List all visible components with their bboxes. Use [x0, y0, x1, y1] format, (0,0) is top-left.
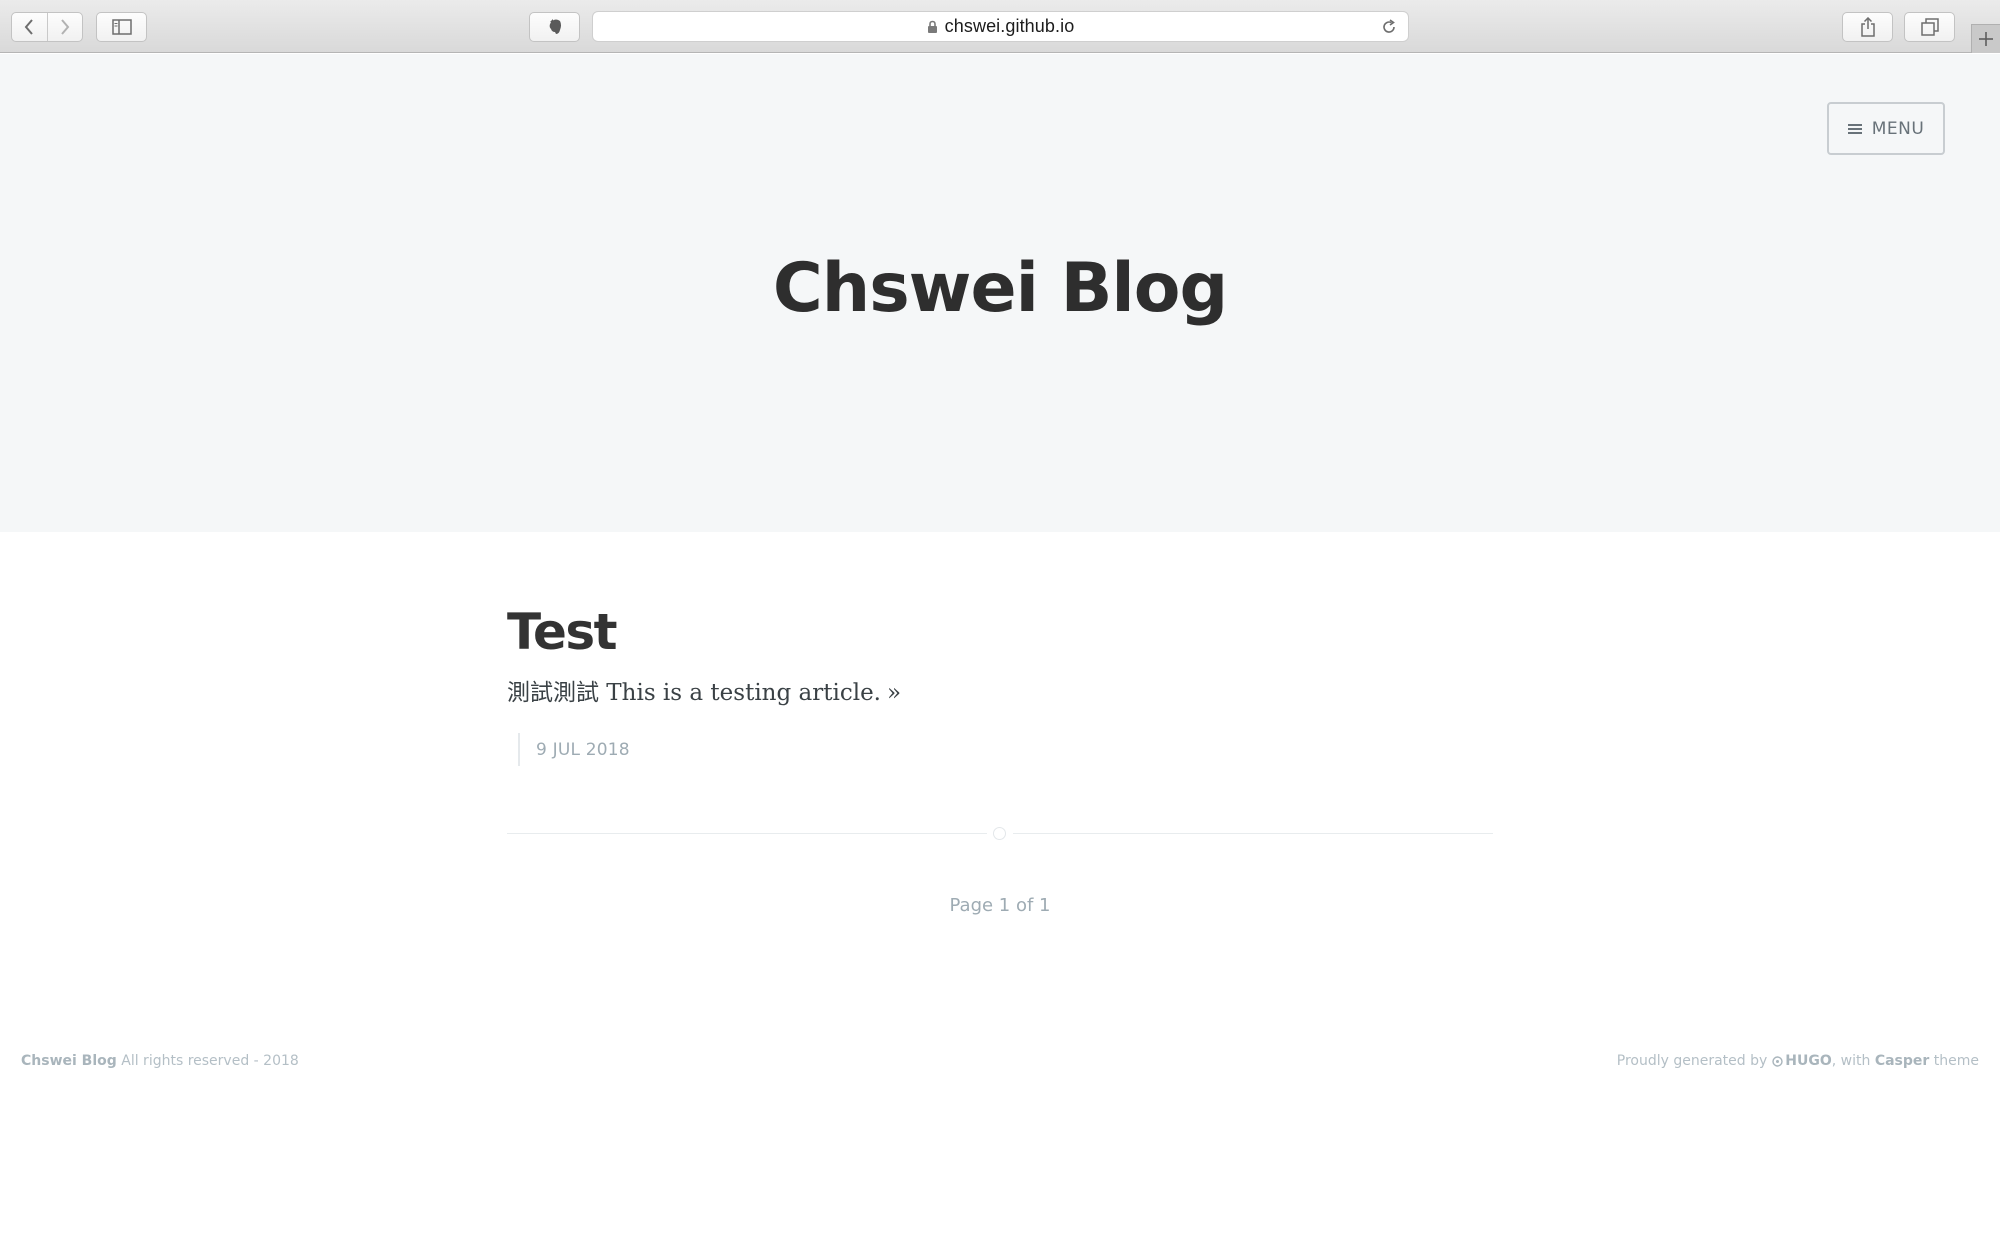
post-date: 9 JUL 2018 [518, 733, 1493, 766]
plus-icon [1979, 32, 1993, 46]
post-excerpt: 測試測試 This is a testing article.» [507, 676, 1493, 710]
read-more-link[interactable]: » [887, 680, 901, 706]
tab-overview-icon [1920, 18, 1939, 36]
footer-with-text: , with [1831, 1053, 1871, 1069]
share-icon [1860, 17, 1875, 37]
browser-toolbar: chswei.github.io [0, 0, 2000, 53]
hugo-logo-icon [1772, 1055, 1783, 1067]
menu-button[interactable]: MENU [1827, 102, 1945, 155]
footer-credits: Proudly generated by HUGO , with Casper … [1617, 1053, 1979, 1069]
footer-generated-text: Proudly generated by [1616, 1053, 1768, 1069]
menu-label: MENU [1871, 118, 1925, 139]
evernote-elephant-icon [549, 19, 561, 34]
hamburger-icon [1847, 123, 1862, 134]
sidebar-button[interactable] [96, 12, 147, 42]
lock-icon [927, 20, 937, 33]
post-date-text: 9 JUL 2018 [536, 739, 630, 760]
evernote-extension-button[interactable] [529, 12, 580, 42]
footer-site-link[interactable]: Chswei Blog [21, 1053, 117, 1069]
navigation-buttons [11, 12, 83, 42]
chevron-right-icon [61, 19, 70, 35]
chevron-left-icon [25, 19, 34, 35]
casper-theme-link[interactable]: Casper [1875, 1053, 1929, 1069]
post-card: Test 測試測試 This is a testing article.» 9 … [507, 600, 1493, 766]
forward-button[interactable] [46, 13, 82, 41]
pagination: Page 1 of 1 [0, 895, 2000, 916]
footer-copyright: Chswei Blog All rights reserved - 2018 [21, 1053, 299, 1069]
site-header: MENU Chswei Blog [0, 54, 2000, 532]
share-button[interactable] [1842, 12, 1893, 42]
address-bar[interactable]: chswei.github.io [592, 11, 1409, 42]
tab-overview-button[interactable] [1904, 12, 1955, 42]
post-title[interactable]: Test [507, 600, 1493, 664]
post-divider [507, 827, 1493, 841]
divider-circle [993, 827, 1006, 840]
site-title[interactable]: Chswei Blog [0, 249, 2000, 328]
new-tab-button[interactable] [1971, 24, 2000, 53]
post-excerpt-text: 測試測試 This is a testing article. [507, 680, 881, 706]
sidebar-icon [111, 19, 132, 35]
reload-icon[interactable] [1380, 18, 1398, 36]
address-url: chswei.github.io [944, 16, 1075, 36]
pagination-text: Page 1 of 1 [949, 895, 1051, 916]
hugo-link[interactable]: HUGO [1785, 1053, 1831, 1069]
back-button[interactable] [12, 13, 47, 41]
footer-rights: All rights reserved - 2018 [121, 1053, 299, 1069]
footer-theme-text: theme [1933, 1053, 1979, 1069]
